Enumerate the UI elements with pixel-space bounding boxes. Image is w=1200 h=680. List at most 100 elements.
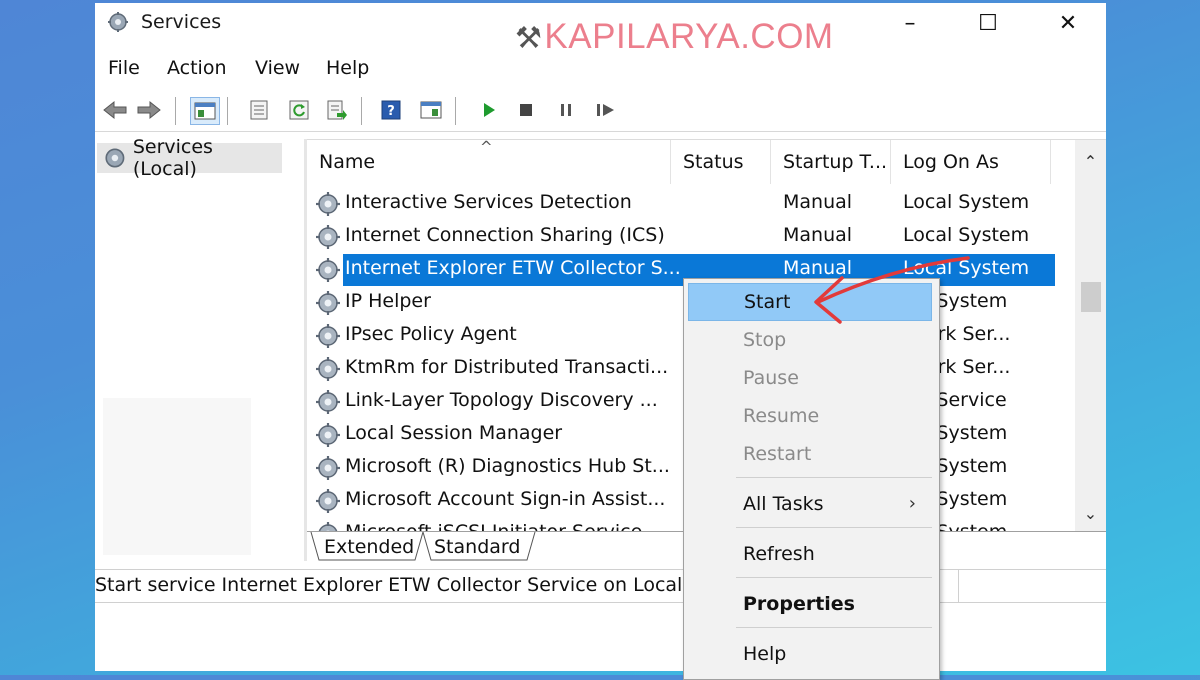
properties-icon[interactable] (245, 97, 273, 123)
maximize-button[interactable]: ☐ (965, 3, 1011, 43)
menu-action[interactable]: Action (167, 57, 227, 79)
context-menu-help[interactable]: Help (688, 635, 932, 673)
vertical-scrollbar[interactable]: ⌃ ⌄ (1075, 140, 1106, 532)
services-gear-icon (108, 12, 128, 32)
refresh-icon[interactable] (285, 97, 313, 123)
menu-file[interactable]: File (108, 57, 140, 79)
service-gear-icon (316, 258, 340, 282)
service-name: IP Helper (345, 290, 431, 312)
service-name: IPsec Policy Agent (345, 323, 517, 345)
service-gear-icon (316, 225, 340, 249)
service-name: Link-Layer Topology Discovery ... (345, 389, 658, 411)
service-gear-icon (316, 489, 340, 513)
service-gear-icon (316, 357, 340, 381)
column-header-name[interactable]: Name ^ (307, 140, 671, 184)
service-gear-icon (316, 423, 340, 447)
context-menu-resume: Resume (688, 397, 932, 435)
svg-text:?: ? (387, 104, 395, 119)
status-text: Start service Internet Explorer ETW Coll… (95, 574, 722, 596)
service-gear-icon (316, 456, 340, 480)
service-row[interactable]: Interactive Services Detection Manual Loca… (307, 188, 1067, 220)
service-name: Microsoft (R) Diagnostics Hub St... (345, 455, 670, 477)
menu-item-label: Restart (743, 443, 812, 465)
watermark-logo: ⚒KAPILARYA.COM (515, 17, 834, 57)
column-header-row: Name ^ Status Startup T... Log On As (307, 140, 1067, 184)
context-menu-properties[interactable]: Properties (688, 585, 932, 623)
stop-service-icon[interactable] (512, 97, 540, 123)
service-gear-icon (316, 390, 340, 414)
hammer-icon: ⚒ (515, 22, 543, 55)
menu-view[interactable]: View (255, 57, 300, 79)
column-header-log-on-as[interactable]: Log On As (891, 140, 1051, 184)
menu-item-label: Stop (743, 329, 787, 351)
context-menu-refresh[interactable]: Refresh (688, 535, 932, 573)
column-header-status[interactable]: Status (671, 140, 771, 184)
watermark-text: KAPILARYA.COM (544, 17, 834, 56)
scroll-up-icon[interactable]: ⌃ (1075, 146, 1106, 176)
service-gear-icon (316, 324, 340, 348)
service-name: Microsoft Account Sign-in Assist... (345, 488, 666, 510)
show-tree-icon[interactable] (190, 97, 220, 125)
minimize-button[interactable]: – (887, 3, 933, 43)
tab-standard[interactable]: Standard (434, 536, 520, 558)
close-button[interactable]: ✕ (1045, 3, 1091, 43)
start-service-icon[interactable] (475, 97, 503, 123)
service-row[interactable]: Internet Connection Sharing (ICS) Manual L… (307, 221, 1067, 253)
services-gear-icon (105, 148, 125, 168)
menu-separator (736, 527, 932, 528)
menu-item-label: Resume (743, 405, 820, 427)
toolbar-separator (227, 97, 228, 125)
toolbar-separator (361, 97, 362, 125)
annotation-arrow-icon (814, 256, 970, 324)
service-gear-icon (316, 192, 340, 216)
tree-item-label: Services (Local) (132, 136, 213, 180)
scroll-down-icon[interactable]: ⌄ (1075, 498, 1106, 528)
service-startup-type: Manual (783, 224, 853, 246)
scrollbar-thumb[interactable] (1081, 282, 1101, 312)
menu-item-label: Pause (743, 367, 799, 389)
submenu-arrow-icon: › (908, 493, 916, 514)
menu-item-label: Properties (743, 593, 855, 615)
show-console-icon[interactable] (417, 97, 445, 123)
menu-item-label: Refresh (743, 543, 815, 565)
pause-service-icon[interactable] (552, 97, 580, 123)
forward-icon[interactable] (135, 97, 163, 123)
toolbar: ? (95, 89, 1106, 132)
menu-item-label: All Tasks (743, 493, 824, 515)
context-menu-pause: Pause (688, 359, 932, 397)
column-header-startup-type[interactable]: Startup T... (771, 140, 891, 184)
service-name: Local Session Manager (345, 422, 563, 444)
tree-item-services-local[interactable]: Services (Local) (97, 136, 282, 180)
tree-pane: Services (Local) (95, 136, 301, 559)
export-list-icon[interactable] (323, 97, 351, 123)
column-header-label: Startup T... (783, 151, 888, 173)
status-bar: Start service Internet Explorer ETW Coll… (95, 569, 1106, 603)
service-name: KtmRm for Distributed Transacti... (345, 356, 669, 378)
service-log-on-as: Local System (903, 224, 1030, 246)
back-icon[interactable] (101, 97, 129, 123)
service-name: Interactive Services Detection (345, 191, 632, 213)
column-header-label: Status (683, 151, 744, 173)
menu-help[interactable]: Help (326, 57, 369, 79)
title-bar: Services ⚒KAPILARYA.COM – ☐ ✕ (95, 3, 1106, 56)
restart-service-icon[interactable] (592, 97, 620, 123)
service-log-on-as: Local System (903, 191, 1030, 213)
window-title: Services (141, 11, 222, 33)
service-startup-type: Manual (783, 191, 853, 213)
menu-bar: File Action View Help (95, 53, 1106, 85)
column-header-label: Name (319, 151, 376, 173)
menu-separator (736, 627, 932, 628)
tab-extended[interactable]: Extended (324, 536, 414, 558)
sort-ascending-icon: ^ (480, 139, 493, 156)
menu-separator (736, 577, 932, 578)
menu-item-label: Help (743, 643, 787, 665)
column-header-label: Log On As (903, 151, 999, 173)
context-menu: Start Stop Pause Resume Restart All Task… (683, 278, 940, 680)
service-name: Internet Connection Sharing (ICS) (345, 224, 665, 246)
toolbar-separator (455, 97, 456, 125)
menu-item-label: Start (744, 291, 791, 313)
description-area (103, 398, 251, 555)
services-window: Services ⚒KAPILARYA.COM – ☐ ✕ File Actio… (95, 3, 1106, 671)
context-menu-all-tasks[interactable]: All Tasks › (688, 485, 932, 523)
help-icon[interactable]: ? (377, 97, 405, 123)
